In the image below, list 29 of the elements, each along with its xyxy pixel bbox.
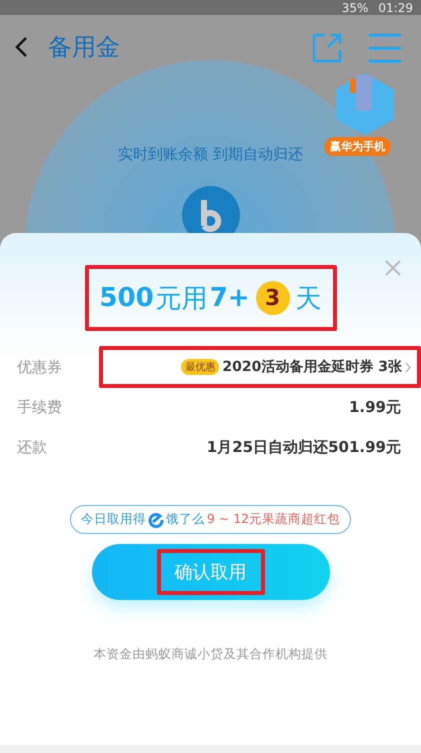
- confirm-button[interactable]: 确认取用: [92, 544, 330, 600]
- clock: 01:29: [378, 2, 413, 15]
- row-label: 优惠券: [17, 358, 62, 376]
- base-days: 7+: [210, 283, 250, 313]
- best-tag: 最优惠: [181, 359, 220, 375]
- hero-subtitle: 实时到账余额 到期自动归还: [118, 145, 303, 164]
- tooltip-offer: 9 ~ 12元果蔬商超红包: [206, 511, 340, 528]
- row-value: 1月25日自动归还501.99元: [206, 438, 401, 456]
- tooltip-lead: 今日取用得: [80, 511, 146, 528]
- share-icon[interactable]: [312, 33, 342, 63]
- amount-unit: 元用: [156, 282, 208, 316]
- brand-name: 饿了么: [166, 511, 205, 528]
- chevron-icon: [405, 362, 411, 372]
- brand-icon: [148, 512, 164, 528]
- row-label: 手续费: [17, 398, 62, 416]
- promo-badge[interactable]: 赢华为手机: [324, 137, 391, 156]
- back-icon[interactable]: [14, 36, 28, 58]
- annotation-frame[interactable]: 最优惠 2020活动备用金延时券 3张: [99, 346, 421, 388]
- coupon-value: 2020活动备用金延时券 3张: [222, 358, 402, 376]
- row-value: 1.99元: [348, 398, 401, 416]
- row-label: 还款: [17, 438, 47, 456]
- menu-icon[interactable]: [369, 33, 401, 63]
- loan-amount: 500: [99, 283, 154, 313]
- page-title: 备用金: [48, 32, 120, 63]
- provider-note: 本资金由蚂蚁商诚小贷及其合作机构提供: [94, 646, 328, 663]
- close-icon[interactable]: [385, 260, 401, 276]
- days-unit: 天: [296, 282, 322, 316]
- bonus-days: 3: [256, 281, 290, 315]
- battery-level: 35%: [342, 2, 368, 15]
